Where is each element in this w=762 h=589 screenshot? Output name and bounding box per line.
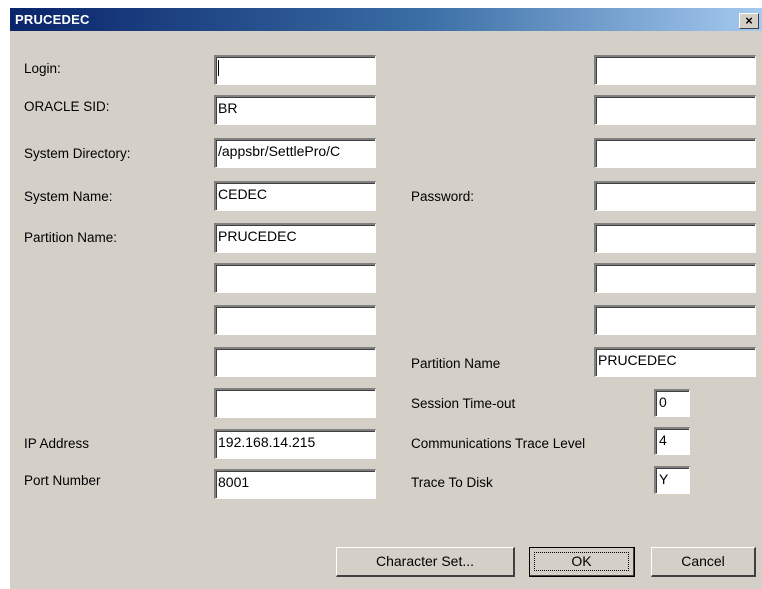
port-number-input[interactable]: 8001 bbox=[214, 469, 376, 499]
system-name-input[interactable]: CEDEC bbox=[214, 181, 376, 211]
oracle-sid-input[interactable]: BR bbox=[214, 95, 376, 125]
right-partition-name-input[interactable]: PRUCEDEC bbox=[594, 347, 756, 377]
cancel-button[interactable]: Cancel bbox=[651, 547, 756, 577]
system-name-label: System Name: bbox=[24, 189, 113, 204]
right-partition-name-label: Partition Name bbox=[411, 356, 501, 371]
partition-name-label: Partition Name: bbox=[24, 230, 118, 245]
text-caret bbox=[218, 60, 219, 76]
ip-address-label: IP Address bbox=[24, 436, 90, 451]
right-blank-field-3[interactable] bbox=[594, 138, 756, 168]
session-timeout-label: Session Time-out bbox=[411, 396, 516, 411]
right-blank-field-1[interactable] bbox=[594, 55, 756, 85]
system-directory-input[interactable]: /appsbr/SettlePro/C bbox=[214, 138, 376, 168]
oracle-sid-label: ORACLE SID: bbox=[24, 99, 110, 114]
blank-field-3[interactable] bbox=[214, 347, 376, 377]
right-blank-field-2[interactable] bbox=[594, 95, 756, 125]
password-label: Password: bbox=[411, 189, 475, 204]
comm-trace-level-input[interactable]: 4 bbox=[654, 427, 690, 455]
right-blank-field-4[interactable] bbox=[594, 223, 756, 253]
blank-field-4[interactable] bbox=[214, 388, 376, 418]
title-bar[interactable]: PRUCEDEC × bbox=[10, 8, 762, 31]
trace-to-disk-label: Trace To Disk bbox=[411, 475, 493, 490]
character-set-button[interactable]: Character Set... bbox=[336, 547, 515, 577]
blank-field-1[interactable] bbox=[214, 263, 376, 293]
login-label: Login: bbox=[24, 61, 61, 76]
close-icon: × bbox=[745, 13, 753, 28]
login-input[interactable] bbox=[214, 55, 376, 85]
prucedec-dialog: PRUCEDEC × Login: ORACLE SID: System Dir… bbox=[9, 7, 762, 589]
trace-to-disk-input[interactable]: Y bbox=[654, 466, 690, 494]
ip-address-input[interactable]: 192.168.14.215 bbox=[214, 429, 376, 459]
right-blank-field-6[interactable] bbox=[594, 305, 756, 335]
comm-trace-level-label: Communications Trace Level bbox=[411, 436, 586, 451]
port-number-label: Port Number bbox=[24, 473, 101, 488]
blank-field-2[interactable] bbox=[214, 305, 376, 335]
session-timeout-input[interactable]: 0 bbox=[654, 389, 690, 417]
ok-button-label: OK bbox=[571, 553, 592, 569]
system-directory-label: System Directory: bbox=[24, 146, 131, 161]
partition-name-input[interactable]: PRUCEDEC bbox=[214, 223, 376, 253]
window-title: PRUCEDEC bbox=[15, 12, 90, 27]
password-input[interactable] bbox=[594, 181, 756, 211]
right-blank-field-5[interactable] bbox=[594, 263, 756, 293]
ok-button[interactable]: OK bbox=[529, 547, 635, 577]
close-button[interactable]: × bbox=[739, 13, 759, 29]
